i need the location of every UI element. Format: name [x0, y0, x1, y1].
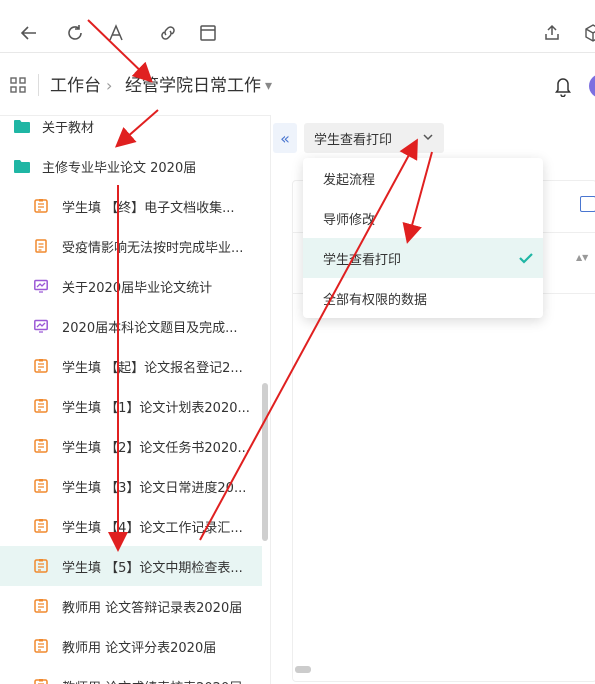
- form-icon: [34, 639, 48, 653]
- dropdown-option-label: 导师修改: [323, 212, 376, 228]
- app-grid-icon[interactable]: [10, 77, 26, 93]
- sidebar-item-label: 关于教材: [42, 120, 95, 136]
- sidebar-item-form[interactable]: 2020届本科论文题目及完成...: [0, 306, 262, 346]
- link-icon[interactable]: [157, 22, 179, 44]
- sidebar-item-label: 教师用 论文评分表2020届: [62, 640, 217, 656]
- sidebar-item-form[interactable]: 学生填 【起】论文报名登记2...: [0, 346, 262, 386]
- dropdown-option-label: 学生查看打印: [323, 252, 402, 268]
- sidebar-item-folder[interactable]: 主修专业毕业论文 2020届: [0, 146, 262, 186]
- sidebar-item-label: 主修专业毕业论文 2020届: [42, 160, 197, 176]
- sort-icon[interactable]: ▲▼: [576, 254, 588, 262]
- breadcrumb-separator: ›: [106, 76, 113, 95]
- sidebar-item-label: 学生填 【5】论文中期检查表...: [62, 560, 243, 576]
- document-icon: [34, 239, 48, 253]
- header-divider: [38, 74, 39, 96]
- horizontal-scrollbar[interactable]: [295, 666, 311, 673]
- dropdown-option[interactable]: 全部有权限的数据: [303, 278, 543, 318]
- report-icon: [34, 279, 48, 293]
- dropdown-option[interactable]: 学生查看打印: [303, 238, 543, 278]
- form-icon: [34, 519, 48, 533]
- sidebar-item-form[interactable]: 学生填 【终】电子文档收集...: [0, 186, 262, 226]
- refresh-icon[interactable]: [64, 22, 86, 44]
- sidebar-scrollbar[interactable]: [262, 383, 268, 541]
- double-chevron-left-icon: «: [280, 128, 290, 148]
- dropdown-option[interactable]: 发起流程: [303, 158, 543, 198]
- sidebar-item-form[interactable]: 关于2020届毕业论文统计: [0, 266, 262, 306]
- sidebar-item-form[interactable]: 学生填 【5】论文中期检查表...: [0, 546, 262, 586]
- text-font-icon[interactable]: [105, 22, 127, 44]
- sidebar-item-label: 学生填 【4】论文工作记录汇...: [62, 520, 243, 536]
- form-icon: [34, 599, 48, 613]
- sidebar-tree: 关于教材主修专业毕业论文 2020届学生填 【终】电子文档收集... 受疫情影响无…: [0, 106, 270, 684]
- chevron-down-icon: [422, 131, 434, 146]
- sidebar-item-folder[interactable]: 关于教材: [0, 106, 262, 146]
- form-icon: [34, 399, 48, 413]
- sidebar-item-form[interactable]: 教师用 论文答辩记录表2020届: [0, 586, 262, 626]
- view-selector[interactable]: 学生查看打印: [304, 123, 444, 153]
- dropdown-option-label: 发起流程: [323, 172, 376, 188]
- sidebar-item-label: 学生填 【2】论文任务书2020...: [62, 440, 250, 456]
- form-icon: [34, 559, 48, 573]
- form-icon: [34, 479, 48, 493]
- dropdown-option[interactable]: 导师修改: [303, 198, 543, 238]
- sidebar-item-form[interactable]: 学生填 【2】论文任务书2020...: [0, 426, 262, 466]
- breadcrumb-current[interactable]: 经管学院日常工作: [125, 75, 261, 97]
- sidebar-item-form[interactable]: 教师用 论文评分表2020届: [0, 626, 262, 666]
- sidebar-item-form[interactable]: 受疫情影响无法按时完成毕业...: [0, 226, 262, 266]
- sidebar-item-label: 教师用 论文答辩记录表2020届: [62, 600, 243, 616]
- form-icon: [34, 679, 48, 684]
- sidebar-item-form[interactable]: 学生填 【1】论文计划表2020...: [0, 386, 262, 426]
- dropdown-option-label: 全部有权限的数据: [323, 292, 428, 308]
- view-selector-label: 学生查看打印: [314, 132, 393, 148]
- report-icon: [34, 319, 48, 333]
- sidebar-item-label: 学生填 【3】论文日常进度20...: [62, 480, 247, 496]
- collapse-sidebar-button[interactable]: «: [273, 123, 297, 153]
- sidebar-item-label: 教师用 论文成绩表核表2020届: [62, 677, 242, 684]
- sidebar-item-form[interactable]: 教师用 论文成绩表核表2020届: [0, 666, 262, 684]
- fullscreen-icon[interactable]: [580, 196, 595, 212]
- form-icon: [34, 199, 48, 213]
- back-arrow-icon[interactable]: [18, 22, 40, 44]
- view-dropdown-menu: 发起流程导师修改学生查看打印全部有权限的数据: [303, 158, 543, 318]
- browser-window-icon[interactable]: [197, 22, 219, 44]
- sidebar-item-label: 2020届本科论文题目及完成...: [62, 320, 238, 336]
- share-icon[interactable]: [541, 22, 563, 44]
- sidebar-item-label: 关于2020届毕业论文统计: [62, 280, 213, 296]
- checkmark-icon: [518, 250, 534, 266]
- sidebar-item-label: 学生填 【起】论文报名登记2...: [62, 360, 243, 376]
- cube-icon[interactable]: [582, 22, 595, 44]
- sidebar-item-label: 学生填 【1】论文计划表2020...: [62, 400, 250, 416]
- breadcrumb-root[interactable]: 工作台: [50, 75, 101, 97]
- form-icon: [34, 359, 48, 373]
- breadcrumb-dropdown-icon[interactable]: ▾: [265, 75, 272, 97]
- sidebar-item-form[interactable]: 学生填 【3】论文日常进度20...: [0, 466, 262, 506]
- sidebar-item-label: 受疫情影响无法按时完成毕业...: [62, 240, 244, 256]
- sidebar-item-label: 学生填 【终】电子文档收集...: [62, 200, 235, 216]
- browser-toolbar: [0, 0, 595, 53]
- sidebar-item-form[interactable]: 学生填 【4】论文工作记录汇...: [0, 506, 262, 546]
- folder-icon: [14, 119, 30, 133]
- bell-icon[interactable]: [553, 75, 573, 98]
- form-icon: [34, 439, 48, 453]
- folder-icon: [14, 159, 30, 173]
